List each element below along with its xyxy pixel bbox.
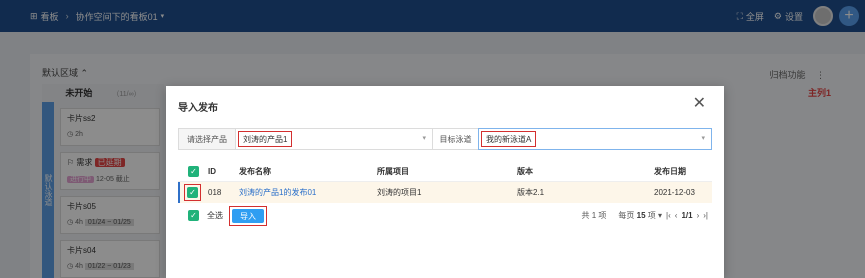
row-checkbox[interactable]: ✓ xyxy=(187,187,198,198)
release-name-link[interactable]: 刘涛的产品1的发布01 xyxy=(239,182,316,203)
release-table: ✓ ID 发布名称 所属项目 版本 发布日期 ✓ 018 刘涛的产品1的发布01… xyxy=(178,162,712,203)
lane-label: 目标泳道 xyxy=(433,128,478,150)
page-indicator: 1/1 xyxy=(681,211,693,220)
select-all-label: 全选 xyxy=(207,211,223,220)
import-button[interactable]: 导入 xyxy=(232,209,264,223)
product-select[interactable]: 刘涛的产品1 ▾ xyxy=(235,128,433,150)
table-footer: ✓ 全选 导入 共 1 项 每页 15 项 ▾ |‹ ‹ 1/1 › ›| xyxy=(178,205,712,227)
table-row[interactable]: ✓ 018 刘涛的产品1的发布01 刘涛的项目1 版本2.1 2021-12-0… xyxy=(178,182,712,203)
first-page-icon[interactable]: |‹ xyxy=(666,211,671,220)
select-all-checkbox[interactable]: ✓ xyxy=(188,210,199,221)
product-label: 请选择产品 xyxy=(178,128,235,150)
lane-select[interactable]: 我的新泳道A ▾ xyxy=(478,128,712,150)
row-project: 刘涛的项目1 xyxy=(377,188,422,197)
pagination: 共 1 项 每页 15 项 ▾ |‹ ‹ 1/1 › ›| xyxy=(578,210,709,221)
lane-value: 我的新泳道A xyxy=(481,131,537,147)
product-value: 刘涛的产品1 xyxy=(238,131,293,147)
chevron-down-icon: ▾ xyxy=(701,135,705,142)
import-release-dialog: 导入发布 ✕ 请选择产品 刘涛的产品1 ▾ 目标泳道 我的新泳道A ▾ ✓ ID… xyxy=(166,86,724,278)
row-date: 2021-12-03 xyxy=(654,188,695,197)
total-count: 共 1 项 xyxy=(581,211,607,220)
close-icon[interactable]: ✕ xyxy=(693,93,706,113)
table-header: ✓ ID 发布名称 所属项目 版本 发布日期 xyxy=(178,162,712,182)
prev-page-icon[interactable]: ‹ xyxy=(675,211,678,220)
next-page-icon[interactable]: › xyxy=(697,211,700,220)
col-date: 发布日期 xyxy=(654,167,686,176)
row-version: 版本2.1 xyxy=(517,188,545,197)
row-id: 018 xyxy=(208,188,222,197)
per-page-select[interactable]: 每页 15 项 ▾ xyxy=(614,210,662,221)
filter-row: 请选择产品 刘涛的产品1 ▾ 目标泳道 我的新泳道A ▾ xyxy=(178,128,712,150)
last-page-icon[interactable]: ›| xyxy=(703,211,708,220)
col-name: 发布名称 xyxy=(239,167,271,176)
dialog-title: 导入发布 xyxy=(178,103,218,114)
chevron-down-icon: ▾ xyxy=(422,135,426,142)
col-project: 所属项目 xyxy=(377,167,409,176)
col-version: 版本 xyxy=(517,167,533,176)
col-id: ID xyxy=(208,167,216,176)
header-checkbox[interactable]: ✓ xyxy=(188,166,199,177)
